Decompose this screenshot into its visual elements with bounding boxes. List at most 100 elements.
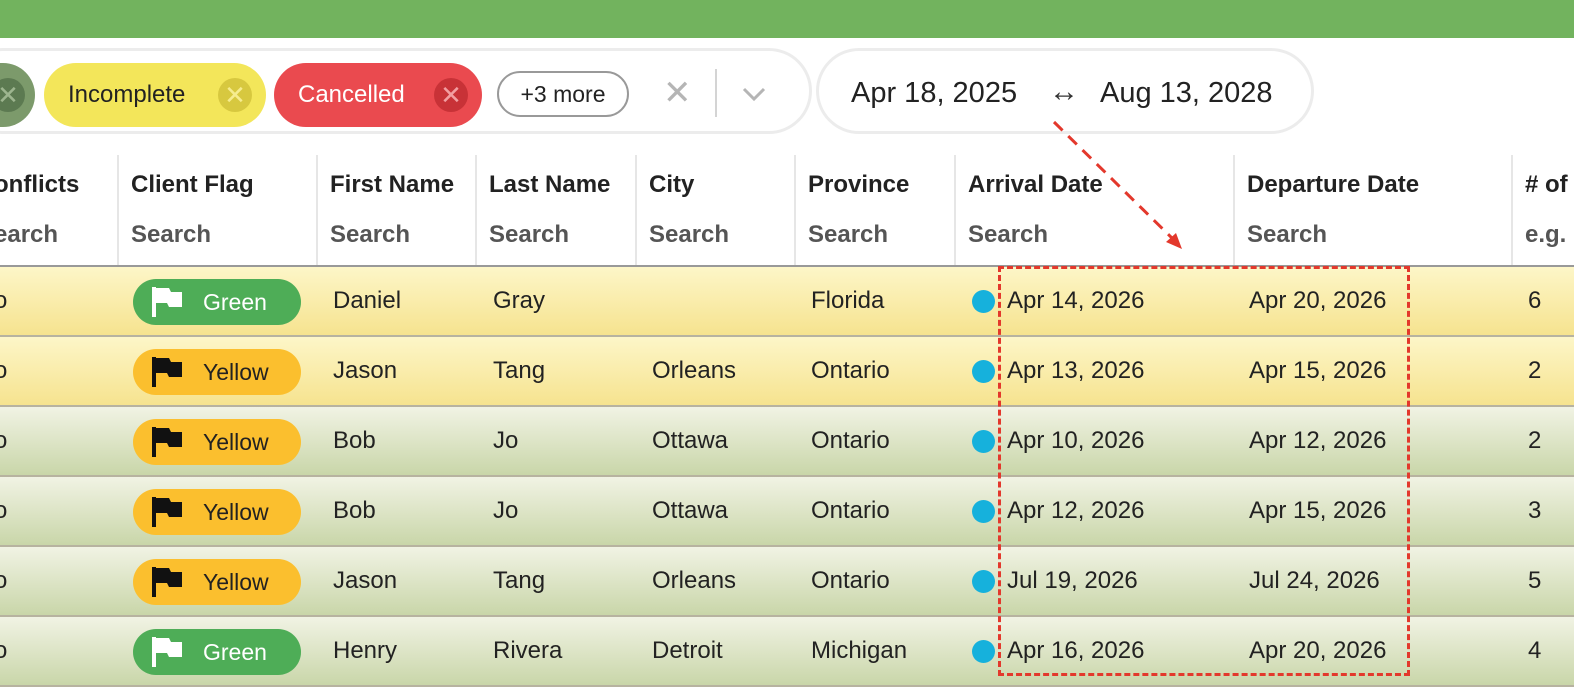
column-city: City Search (635, 155, 794, 267)
table-row[interactable]: o Yellow Bob Jo Ottawa Ontario Apr 10, 2… (0, 407, 1574, 477)
count-cell: 6 (1528, 287, 1542, 314)
column-arrival-date: Arrival Date Search (954, 155, 1233, 267)
conflict-cell: o (0, 287, 8, 314)
column-province: Province Search (794, 155, 954, 267)
column-title: Province (808, 171, 910, 198)
province-cell: Ontario (811, 567, 890, 594)
filter-chip-hidden[interactable]: ✕ (0, 63, 35, 127)
flag-icon (152, 287, 182, 317)
city-cell: Orleans (652, 357, 737, 384)
column-divider (117, 155, 119, 265)
flag-label: Green (203, 289, 267, 315)
filter-chip-label: Incomplete (68, 81, 186, 108)
table-row[interactable]: o Yellow Jason Tang Orleans Ontario Apr … (0, 337, 1574, 407)
date-range-end[interactable]: Aug 13, 2028 (1100, 77, 1273, 110)
column-search-input[interactable]: Search (649, 221, 729, 249)
column-search-input[interactable]: Search (1247, 221, 1327, 249)
conflict-cell: o (0, 357, 8, 384)
client-flag-badge[interactable]: Green (133, 629, 301, 675)
date-range-arrow-icon: ↔ (1049, 75, 1079, 108)
column-title: onflicts (0, 171, 80, 198)
last-name-cell: Jo (493, 497, 519, 524)
column-title: City (649, 171, 695, 198)
province-cell: Florida (811, 287, 885, 314)
column-title: Last Name (489, 171, 611, 198)
remove-chip-icon[interactable]: ✕ (434, 78, 468, 112)
client-flag-badge[interactable]: Yellow (133, 489, 301, 535)
column-search-input[interactable]: Search (968, 221, 1048, 249)
client-flag-badge[interactable]: Yellow (133, 349, 301, 395)
column-count: # of e.g. (1511, 155, 1574, 267)
first-name-cell: Jason (333, 567, 398, 594)
arrival-date-cell: Apr 13, 2026 (1007, 357, 1145, 384)
table-row[interactable]: o Green Henry Rivera Detroit Michigan Ap… (0, 617, 1574, 687)
column-title: # of (1525, 171, 1568, 198)
more-filters-chip[interactable]: +3 more (497, 71, 629, 117)
flag-icon (152, 497, 182, 527)
column-divider (475, 155, 477, 265)
departure-date-cell: Apr 15, 2026 (1249, 357, 1387, 384)
status-dot-icon (972, 640, 995, 663)
first-name-cell: Jason (333, 357, 398, 384)
province-cell: Michigan (811, 637, 908, 664)
status-dot-icon (972, 290, 995, 313)
client-flag-badge[interactable]: Green (133, 279, 301, 325)
status-filter-select[interactable]: ✕ Incomplete ✕ Cancelled ✕ +3 more ✕ (0, 48, 812, 134)
client-flag-badge[interactable]: Yellow (133, 559, 301, 605)
chevron-down-icon[interactable] (739, 79, 769, 109)
table-row[interactable]: o Green Daniel Gray Florida Apr 14, 2026… (0, 267, 1574, 337)
conflict-cell: o (0, 567, 8, 594)
conflict-cell: o (0, 637, 8, 664)
column-search-input[interactable]: Search (330, 221, 410, 249)
table-header: onflicts earch Client Flag Search First … (0, 155, 1574, 267)
column-divider (794, 155, 796, 265)
clear-filters-icon[interactable]: ✕ (663, 73, 692, 113)
column-search-input[interactable]: earch (0, 221, 58, 249)
filter-chip-incomplete[interactable]: Incomplete ✕ (44, 63, 266, 127)
last-name-cell: Rivera (493, 637, 563, 664)
date-range-picker[interactable]: Apr 18, 2025 ↔ Aug 13, 2028 (816, 48, 1314, 134)
city-cell: Ottawa (652, 427, 729, 454)
flag-icon (152, 637, 182, 667)
conflict-cell: o (0, 427, 8, 454)
column-conflicts: onflicts earch (0, 155, 117, 267)
remove-chip-icon[interactable]: ✕ (0, 78, 25, 112)
status-dot-icon (972, 500, 995, 523)
column-divider (1511, 155, 1513, 265)
column-divider (954, 155, 956, 265)
remove-chip-icon[interactable]: ✕ (218, 78, 252, 112)
column-search-input[interactable]: Search (131, 221, 211, 249)
status-dot-icon (972, 430, 995, 453)
bookings-table: onflicts earch Client Flag Search First … (0, 155, 1574, 687)
date-range-start[interactable]: Apr 18, 2025 (851, 77, 1017, 110)
count-cell: 2 (1528, 427, 1542, 454)
province-cell: Ontario (811, 427, 890, 454)
flag-label: Yellow (203, 499, 269, 525)
column-title: First Name (330, 171, 455, 198)
status-dot-icon (972, 570, 995, 593)
flag-label: Yellow (203, 429, 269, 455)
table-row[interactable]: o Yellow Jason Tang Orleans Ontario Jul … (0, 547, 1574, 617)
first-name-cell: Henry (333, 637, 398, 664)
flag-icon (152, 357, 182, 387)
column-divider (1233, 155, 1235, 265)
filter-chip-cancelled[interactable]: Cancelled ✕ (274, 63, 482, 127)
count-cell: 4 (1528, 637, 1542, 664)
arrival-date-cell: Apr 16, 2026 (1007, 637, 1145, 664)
column-divider (635, 155, 637, 265)
column-search-input[interactable]: e.g. (1525, 221, 1566, 249)
column-search-input[interactable]: Search (808, 221, 888, 249)
column-divider (316, 155, 318, 265)
table-body: o Green Daniel Gray Florida Apr 14, 2026… (0, 267, 1574, 687)
column-first-name: First Name Search (316, 155, 475, 267)
first-name-cell: Daniel (333, 287, 402, 314)
departure-date-cell: Apr 20, 2026 (1249, 287, 1387, 314)
last-name-cell: Gray (493, 287, 546, 314)
count-cell: 5 (1528, 567, 1542, 594)
client-flag-badge[interactable]: Yellow (133, 419, 301, 465)
column-search-input[interactable]: Search (489, 221, 569, 249)
departure-date-cell: Apr 20, 2026 (1249, 637, 1387, 664)
count-cell: 2 (1528, 357, 1542, 384)
table-row[interactable]: o Yellow Bob Jo Ottawa Ontario Apr 12, 2… (0, 477, 1574, 547)
top-bar (0, 0, 1574, 38)
